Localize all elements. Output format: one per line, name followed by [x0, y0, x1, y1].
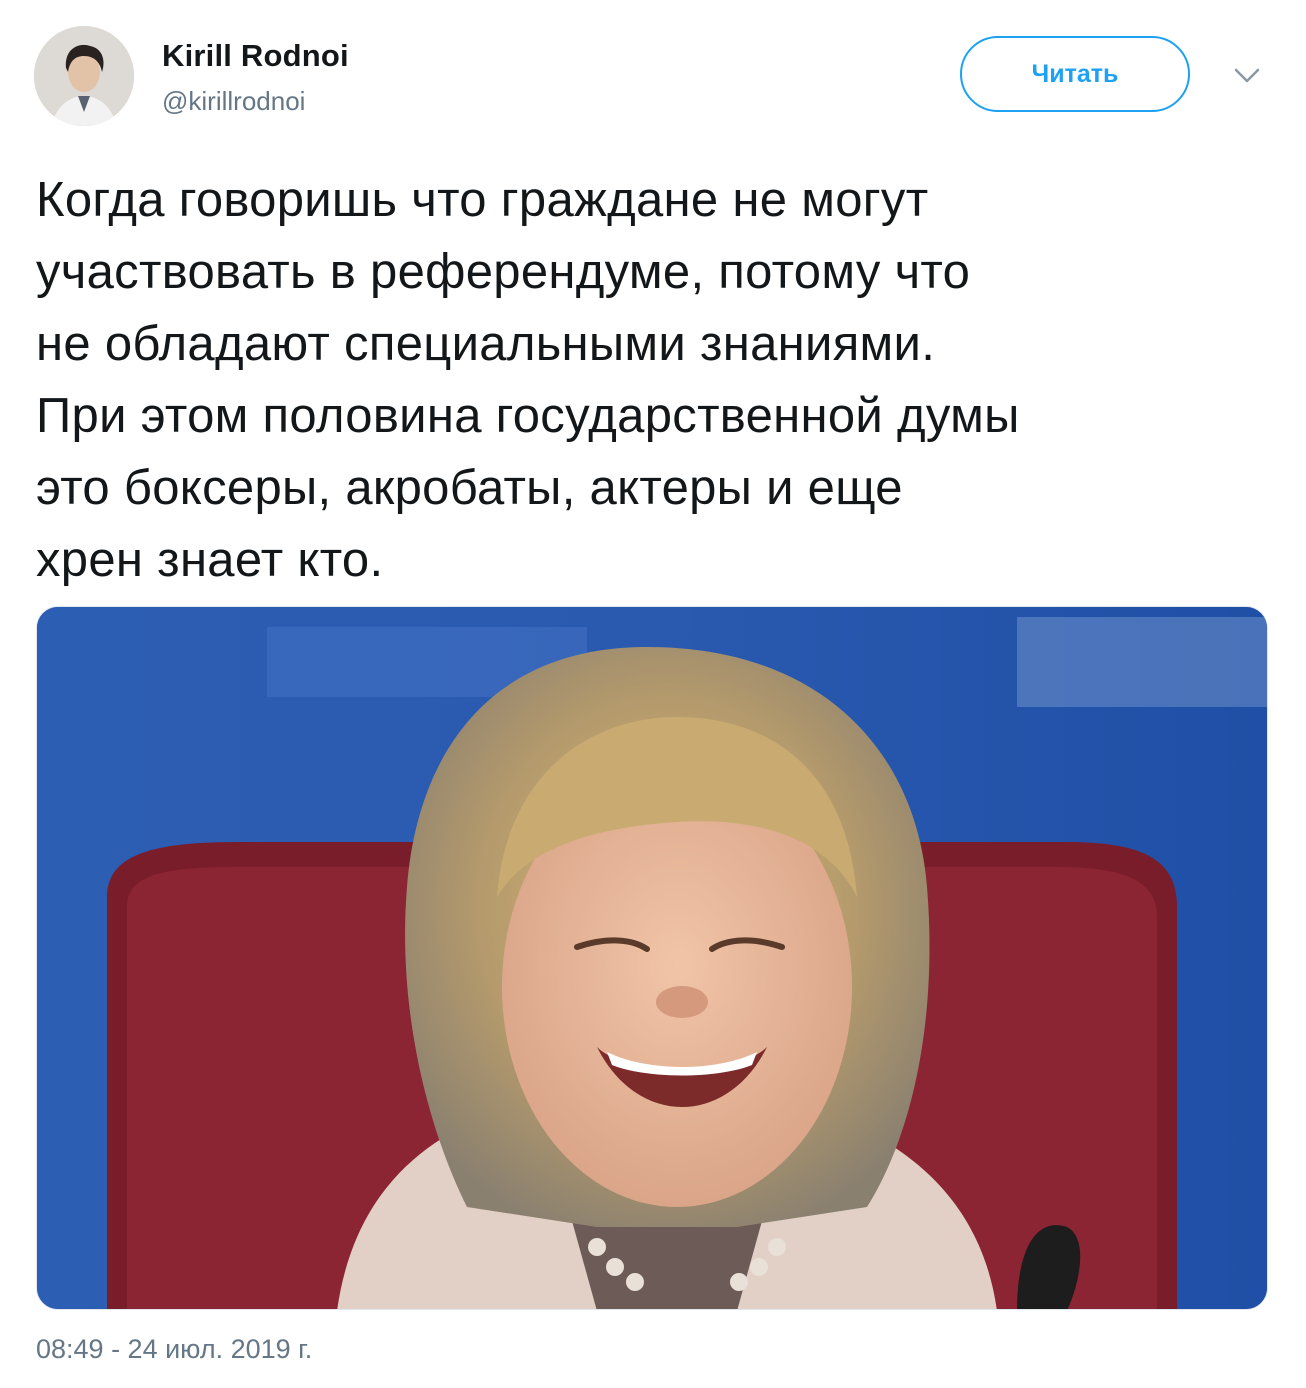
avatar-photo-icon — [34, 26, 134, 126]
tweet-card: Kirill Rodnoi @kirillrodnoi Читать Когда… — [0, 0, 1306, 1388]
follow-button[interactable]: Читать — [960, 36, 1190, 112]
tweet-text: Когда говоришь что граждане не могут уча… — [36, 173, 1020, 587]
user-avatar[interactable] — [34, 26, 134, 126]
tweet-media-photo[interactable] — [36, 606, 1268, 1310]
photo-laughing-woman-icon — [37, 607, 1267, 1309]
chevron-down-icon[interactable] — [1232, 66, 1262, 86]
user-display-name[interactable]: Kirill Rodnoi — [162, 38, 349, 74]
tweet-timestamp[interactable]: 08:49 - 24 июл. 2019 г. — [36, 1334, 312, 1365]
user-handle[interactable]: @kirillrodnoi — [162, 86, 305, 117]
